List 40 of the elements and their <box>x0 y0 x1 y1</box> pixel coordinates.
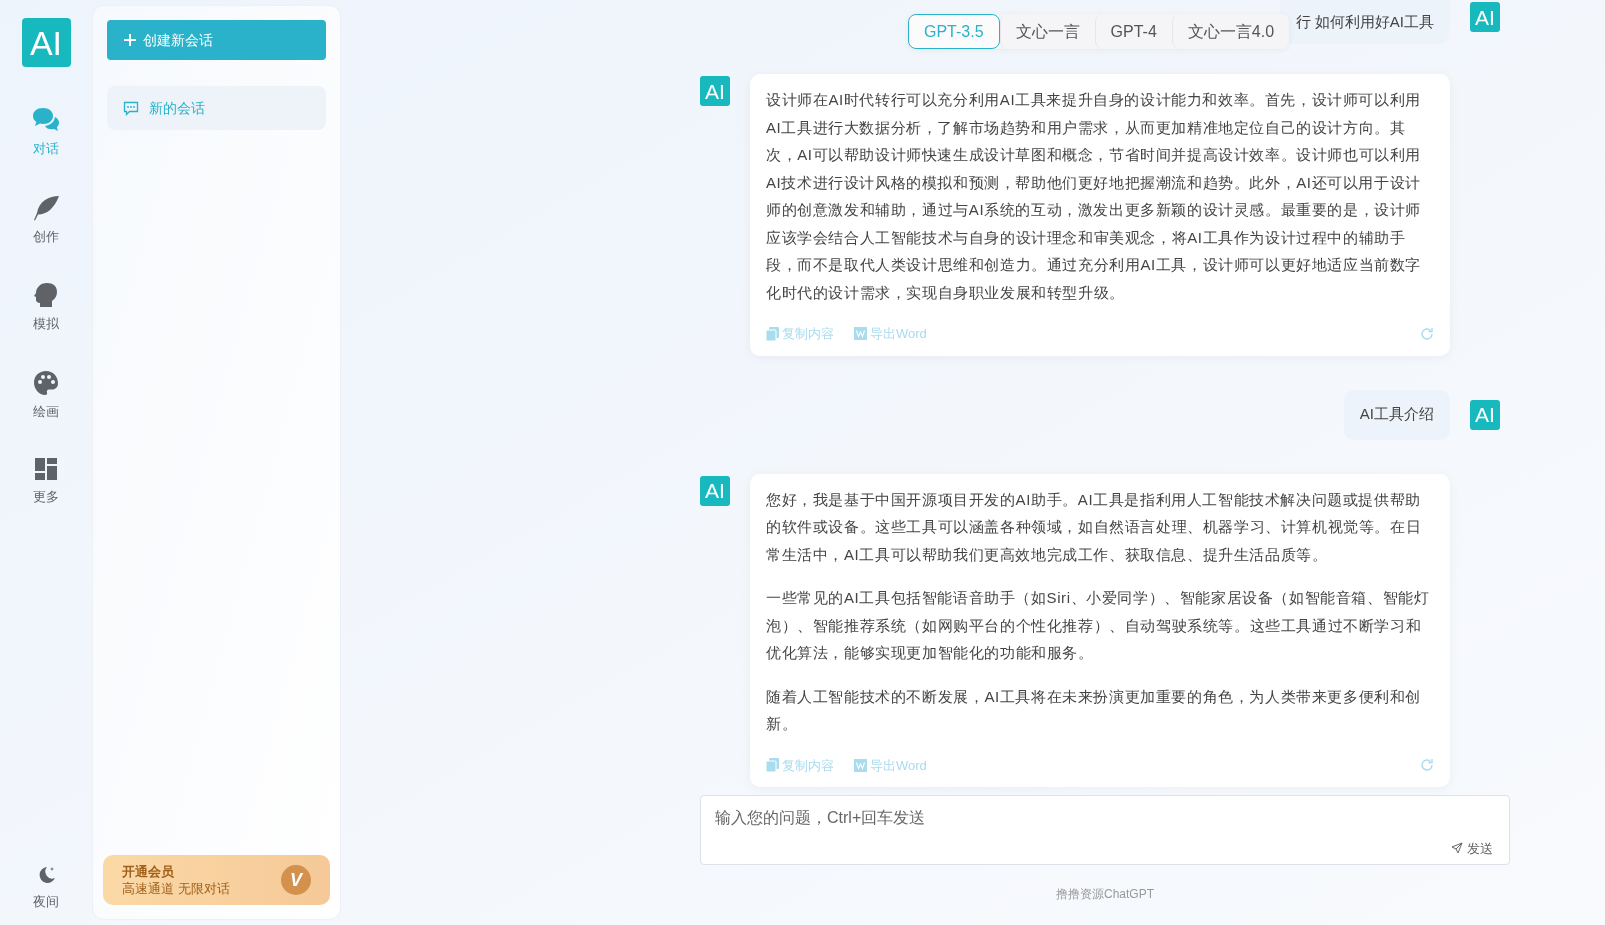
copy-icon <box>766 326 779 341</box>
vip-subtitle: 高速通道 无限对话 <box>122 880 230 897</box>
vip-badge: V <box>281 865 311 895</box>
avatar: AI <box>700 76 730 106</box>
message-input[interactable]: 输入您的问题，Ctrl+回车发送 发送 <box>700 795 1510 865</box>
regenerate-icon[interactable] <box>1420 326 1434 341</box>
model-tab[interactable]: 文心一言4.0 <box>1171 14 1290 49</box>
head-silhouette-icon <box>33 282 59 308</box>
vip-title: 开通会员 <box>122 863 175 880</box>
feather-icon <box>32 194 60 221</box>
copy-icon <box>766 758 779 773</box>
nav-item[interactable]: 更多 <box>33 457 59 507</box>
regenerate-icon[interactable] <box>1420 758 1434 773</box>
user-message: AI工具介绍 <box>1343 389 1450 440</box>
model-tab[interactable]: GPT-4 <box>1094 14 1172 49</box>
document-icon <box>854 758 867 772</box>
avatar: AI <box>1470 2 1500 32</box>
nav-item[interactable]: 模拟 <box>33 282 59 334</box>
message-paragraph: 随着人工智能技术的不断发展，AI工具将在未来扮演更加重要的角色，为人类带来更多便利和创新。 <box>766 686 1422 734</box>
message-paragraph: 您好，我是基于中国开源项目开发的AI助手。AI工具是指利用人工智能技术解决问题或提供帮助的软件或设备。这些工具可以涵盖各种领域，如自然语言处理、机器学习、计算机视觉等。在日常生活中，AI工具可以帮助我们更高效地完成工作、获取信息、提升生活品质等。 <box>766 489 1423 565</box>
model-tab[interactable]: 文心一言 <box>999 14 1095 49</box>
avatar: AI <box>1470 399 1500 430</box>
message-icon <box>123 100 139 116</box>
plus-icon <box>123 33 137 47</box>
document-icon <box>854 327 867 341</box>
vip-card[interactable]: 开通会员 高速通道 无限对话 V <box>103 855 330 905</box>
logo: AI <box>21 18 71 67</box>
nav-item[interactable]: 绘画 <box>33 369 59 421</box>
palette-icon <box>33 369 59 396</box>
nav-item[interactable]: 创作 <box>32 194 60 246</box>
avatar: AI <box>700 475 730 506</box>
grid-icon <box>34 457 58 481</box>
footer-text: 撸撸资源ChatGPT <box>1056 887 1154 901</box>
chat-bubbles-icon <box>32 107 60 133</box>
message-paragraph: 设计师在AI时代转行可以充分利用AI工具来提升自身的设计能力和效率。首先，设计师可以利用AI工具进行大数据分析，了解市场趋势和用户需求，从而更加精准地定位自己的设计方向。其次，AI可以帮助设计师快速生成设计草图和概念，节省时间并提高设计效率。设计师也可以利用AI技术进行设计风格的模拟和预测，帮助他们更好地把握潮流和趋势。此外，AI还可以用于设计师的创意激发和辅助，通过与AI系统的互动，激发出更多新颖的设计灵感。最重要的是，设计师应该学会结合人工智能技术与自身的设计理念和审美观念，将AI工具作为设计过程中的辅助手段，而不是取代人类设计思维和创造力。通过充分利用AI工具，设计师可以更好地适应当前数字化时代的设计需求，实现自身职业发展和转型升级。 <box>766 90 1422 303</box>
night-mode-toggle[interactable]: 夜间 <box>33 863 59 911</box>
send-icon <box>1451 842 1463 855</box>
message-paragraph: 一些常见的AI工具包括智能语音助手（如Siri、小爱同学）、智能家居设备（如智能音箱、智能灯泡）、智能推荐系统（如网购平台的个性化推荐）、自动驾驶系统等。这些工具通过不断学习和优化算法，能够实现更加智能化的功能和服务。 <box>766 588 1431 663</box>
send-button[interactable]: 发送 <box>1451 838 1493 858</box>
user-message: 行 如何利用好AI工具 <box>1279 0 1450 44</box>
